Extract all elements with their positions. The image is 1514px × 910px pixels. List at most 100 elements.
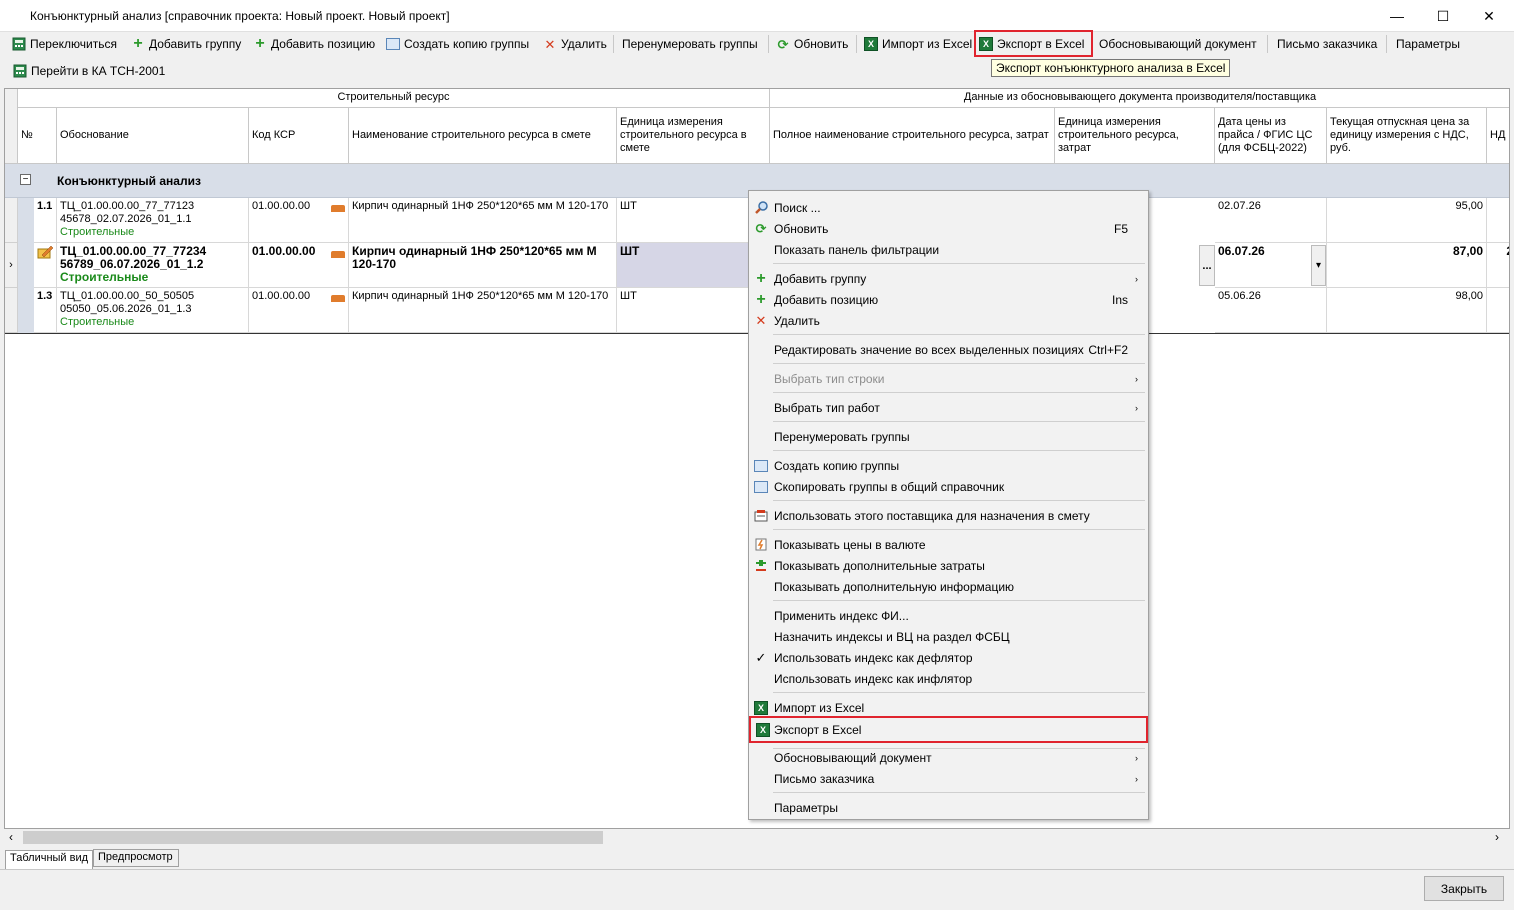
menu-delete-label: Удалить — [774, 313, 820, 328]
cell-num-edit[interactable] — [34, 243, 57, 288]
col-name-in-estimate[interactable]: Наименование строительного ресурса в сме… — [349, 108, 617, 164]
menu-add-position[interactable]: + Добавить позицию Ins — [751, 289, 1146, 310]
params-button[interactable]: Параметры — [1393, 31, 1463, 57]
cell-ksr[interactable]: 01.00.00.00 — [249, 198, 349, 243]
col-basis[interactable]: Обоснование — [57, 108, 249, 164]
menu-export-excel[interactable]: X Экспорт в Excel — [749, 716, 1148, 743]
col-unit-cost[interactable]: Единица измерения строительного ресурса,… — [1055, 108, 1215, 164]
menu-separator — [773, 600, 1145, 601]
cell-vat[interactable] — [1487, 288, 1509, 333]
minimize-icon: — — [1390, 8, 1404, 24]
cell-num[interactable]: 1.1 — [34, 198, 57, 243]
tab-table-view[interactable]: Табличный вид — [5, 850, 93, 869]
switch-button[interactable]: Переключиться — [9, 31, 120, 57]
menu-row-type[interactable]: Выбрать тип строки › — [751, 368, 1146, 389]
export-excel-button[interactable]: X Экспорт в Excel — [974, 30, 1093, 57]
menu-inflator[interactable]: Использовать индекс как инфлятор — [751, 668, 1146, 689]
col-vat[interactable]: НД — [1487, 108, 1509, 164]
goto-tsn-button[interactable]: Перейти в КА ТСН-2001 — [10, 58, 168, 84]
check-icon: ✓ — [755, 649, 767, 665]
cell-vat[interactable] — [1487, 198, 1509, 243]
refresh-button[interactable]: ⟳ Обновить — [773, 31, 851, 57]
menu-delete[interactable]: ✕ Удалить — [751, 310, 1146, 331]
cell-basis[interactable]: ТЦ_01.00.00.00_77_77123 45678_02.07.2026… — [57, 198, 249, 243]
col-num[interactable]: № — [18, 108, 57, 164]
cell-ksr-selected[interactable]: 01.00.00.00 — [249, 243, 349, 288]
menu-add-group[interactable]: + Добавить группу › — [751, 268, 1146, 289]
menu-params-label: Параметры — [774, 800, 838, 815]
customer-letter-button[interactable]: Письмо заказчика — [1274, 31, 1380, 57]
basis-line: 05050_05.06.2026_01_1.3 — [60, 303, 192, 315]
col-name-in-estimate-label: Наименование строительного ресурса в сме… — [352, 129, 591, 141]
close-button[interactable]: Закрыть — [1424, 876, 1504, 901]
cell-num[interactable]: 1.3 — [34, 288, 57, 333]
col-current-price[interactable]: Текущая отпускная цена за единицу измере… — [1327, 108, 1487, 164]
cell-name[interactable]: Кирпич одинарный 1НФ 250*120*65 мм М 120… — [349, 288, 617, 333]
minimize-button[interactable]: — — [1374, 0, 1420, 32]
refresh-icon: ⟳ — [755, 220, 767, 236]
add-group-button[interactable]: + Добавить группу — [128, 31, 244, 57]
cell-basis[interactable]: ТЦ_01.00.00.00_50_50505 05050_05.06.2026… — [57, 288, 249, 333]
cell-basis-selected[interactable]: ТЦ_01.00.00.00_77_77234 56789_06.07.2026… — [57, 243, 249, 288]
menu-justifying-doc[interactable]: Обосновывающий документ › — [751, 747, 1146, 768]
cell-name-selected[interactable]: Кирпич одинарный 1НФ 250*120*65 мм М 120… — [349, 243, 617, 288]
menu-search[interactable]: Поиск ... — [751, 197, 1146, 218]
menu-separator — [773, 263, 1145, 264]
menu-params[interactable]: Параметры — [751, 797, 1146, 818]
menu-use-supplier[interactable]: Использовать этого поставщика для назнач… — [751, 505, 1146, 526]
cell-name[interactable]: Кирпич одинарный 1НФ 250*120*65 мм М 120… — [349, 198, 617, 243]
horizontal-scrollbar[interactable]: ‹ › — [5, 829, 1509, 846]
ellipsis-button[interactable]: ... — [1199, 245, 1215, 286]
renumber-button[interactable]: Перенумеровать группы — [619, 31, 761, 57]
menu-refresh[interactable]: ⟳ Обновить F5 — [751, 218, 1146, 239]
cell-ksr[interactable]: 01.00.00.00 — [249, 288, 349, 333]
group-label: Конъюнктурный анализ — [57, 174, 201, 188]
cell-price[interactable]: 98,00 — [1327, 288, 1487, 333]
add-position-button[interactable]: + Добавить позицию — [250, 31, 378, 57]
menu-copy-to-common[interactable]: Скопировать группы в общий справочник — [751, 476, 1146, 497]
export-excel-label: Экспорт в Excel — [997, 36, 1085, 51]
menu-show-extra-info[interactable]: Показывать дополнительную информацию — [751, 576, 1146, 597]
import-excel-button[interactable]: X Импорт из Excel — [861, 31, 975, 57]
row-indicator[interactable] — [5, 198, 18, 243]
menu-assign-indexes[interactable]: Назначить индексы и ВЦ на раздел ФСБЦ — [751, 626, 1146, 647]
close-window-button[interactable]: ✕ — [1466, 0, 1512, 32]
col-ksr[interactable]: Код КСР — [249, 108, 349, 164]
menu-customer-letter[interactable]: Письмо заказчика › — [751, 768, 1146, 789]
menu-copy-group[interactable]: Создать копию группы — [751, 455, 1146, 476]
date-dropdown-button[interactable]: ▾ — [1311, 245, 1326, 286]
col-unit-in-estimate[interactable]: Единица измерения строительного ресурса … — [617, 108, 770, 164]
tab-preview[interactable]: Предпросмотр — [93, 849, 179, 867]
scroll-thumb[interactable] — [23, 831, 603, 844]
cell-price-selected[interactable]: 87,00 — [1327, 243, 1487, 288]
row-indicator[interactable] — [5, 288, 18, 333]
menu-show-extra-costs[interactable]: Показывать дополнительные затраты — [751, 555, 1146, 576]
scroll-left-icon[interactable]: ‹ — [9, 830, 13, 844]
menu-apply-index[interactable]: Применить индекс ФИ... — [751, 605, 1146, 626]
menu-work-type[interactable]: Выбрать тип работ › — [751, 397, 1146, 418]
menu-import-excel[interactable]: X Импорт из Excel — [751, 697, 1146, 718]
cell-date[interactable]: 05.06.26 — [1215, 288, 1327, 333]
cell-date[interactable]: 02.07.26 — [1215, 198, 1327, 243]
delete-button[interactable]: ✕ Удалить — [540, 31, 610, 57]
collapse-toggle[interactable]: − — [20, 174, 31, 185]
menu-edit-all[interactable]: Редактировать значение во всех выделенны… — [751, 339, 1146, 360]
basis-type: Строительные — [60, 226, 135, 238]
menu-add-position-label: Добавить позицию — [774, 292, 879, 307]
cell-vat-selected[interactable]: 2 — [1487, 243, 1509, 288]
menu-show-filter[interactable]: Показать панель фильтрации — [751, 239, 1146, 260]
col-ksr-label: Код КСР — [252, 129, 296, 141]
col-full-name[interactable]: Полное наименование строительного ресурс… — [770, 108, 1055, 164]
justifying-doc-button[interactable]: Обосновывающий документ — [1096, 31, 1260, 57]
menu-show-currency[interactable]: Показывать цены в валюте — [751, 534, 1146, 555]
scroll-right-icon[interactable]: › — [1495, 830, 1499, 844]
menu-import-excel-label: Импорт из Excel — [774, 700, 865, 715]
col-price-date[interactable]: Дата цены из прайса / ФГИС ЦС (для ФСБЦ-… — [1215, 108, 1327, 164]
menu-deflator[interactable]: ✓ Использовать индекс как дефлятор — [751, 647, 1146, 668]
copy-group-button[interactable]: Создать копию группы — [383, 31, 532, 57]
menu-renumber[interactable]: Перенумеровать группы — [751, 426, 1146, 447]
cell-price[interactable]: 95,00 — [1327, 198, 1487, 243]
brick-icon — [331, 295, 345, 302]
row-indicator-current[interactable]: › — [5, 243, 18, 288]
maximize-button[interactable]: ☐ — [1420, 0, 1466, 32]
